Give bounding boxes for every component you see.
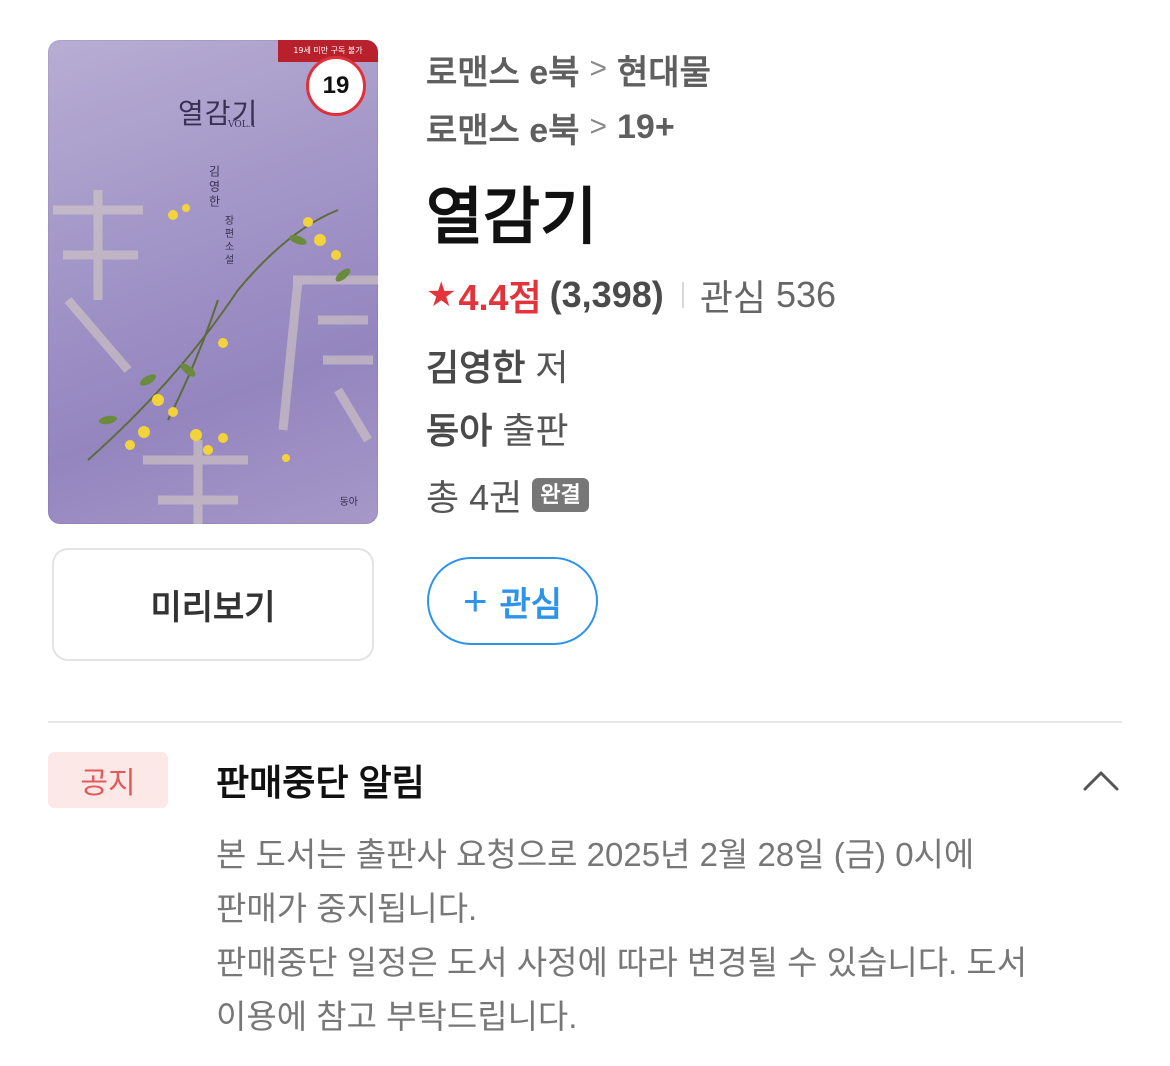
cover-author: 김영한	[207, 165, 221, 210]
breadcrumb: 로맨스 e북 > 19+	[426, 98, 1126, 156]
interest-count: 536	[775, 274, 837, 315]
notice-title[interactable]: 판매중단 알림	[216, 752, 425, 808]
cover-subtitle: 장편소설	[222, 215, 233, 267]
cover-publisher: 동아	[339, 497, 358, 508]
notice-tag: 공지	[48, 752, 168, 808]
volume-count: 총 4권	[426, 477, 523, 518]
add-favorite-button[interactable]: + 관심	[427, 557, 598, 645]
age-19-badge: 19	[306, 56, 366, 116]
notice-line: 판매가 중지됩니다.	[216, 890, 478, 927]
author-name[interactable]: 김영한	[426, 339, 525, 391]
favorite-label: 관심	[499, 585, 563, 624]
chevron-up-icon[interactable]	[1082, 768, 1120, 792]
publisher-line: 동아 출판	[426, 403, 569, 453]
star-icon: ★	[426, 276, 457, 314]
notice-line: 판매중단 일정은 도서 사정에 따라 변경될 수 있습니다. 도서	[216, 944, 1028, 981]
section-divider	[48, 721, 1122, 723]
book-title: 열감기	[426, 183, 598, 252]
book-info: 로맨스 e북 > 현대물 로맨스 e북 > 19+	[426, 40, 1126, 156]
breadcrumb-category[interactable]: 로맨스 e북	[426, 103, 579, 152]
rating-row: ★ 4.4점 (3,398) 관심 536	[426, 270, 836, 320]
breadcrumb: 로맨스 e북 > 현대물	[426, 40, 1126, 98]
author-line: 김영한 저	[426, 340, 569, 390]
preview-button[interactable]: 미리보기	[52, 548, 374, 661]
breadcrumb-subcategory[interactable]: 현대물	[617, 45, 711, 94]
chevron-right-icon: >	[589, 52, 608, 85]
interest-label: 관심	[699, 277, 766, 318]
publisher-suffix: 출판	[502, 410, 569, 451]
breadcrumb-subcategory[interactable]: 19+	[617, 108, 675, 147]
completed-badge: 완결	[532, 478, 589, 512]
book-cover[interactable]: 19세 미만 구독 불가 19 열감기 VOL.1 김영한 장편소설 동아	[48, 40, 378, 524]
volumes-line: 총 4권 완결	[426, 470, 589, 520]
notice-body: 본 도서는 출판사 요청으로 2025년 2월 28일 (금) 0시에 판매가 …	[216, 828, 1126, 1044]
publisher-name[interactable]: 동아	[426, 402, 492, 454]
divider	[681, 282, 684, 308]
author-suffix: 저	[535, 347, 569, 388]
notice-line: 본 도서는 출판사 요청으로 2025년 2월 28일 (금) 0시에	[216, 836, 975, 873]
rating-score: 4.4점	[458, 277, 542, 318]
chevron-right-icon: >	[589, 110, 608, 143]
plus-icon: +	[462, 577, 488, 624]
rating-count[interactable]: (3,398)	[550, 274, 664, 316]
cover-volume: VOL.1	[228, 120, 257, 130]
notice-line: 이용에 참고 부탁드립니다.	[216, 998, 578, 1035]
breadcrumb-category[interactable]: 로맨스 e북	[426, 45, 579, 94]
